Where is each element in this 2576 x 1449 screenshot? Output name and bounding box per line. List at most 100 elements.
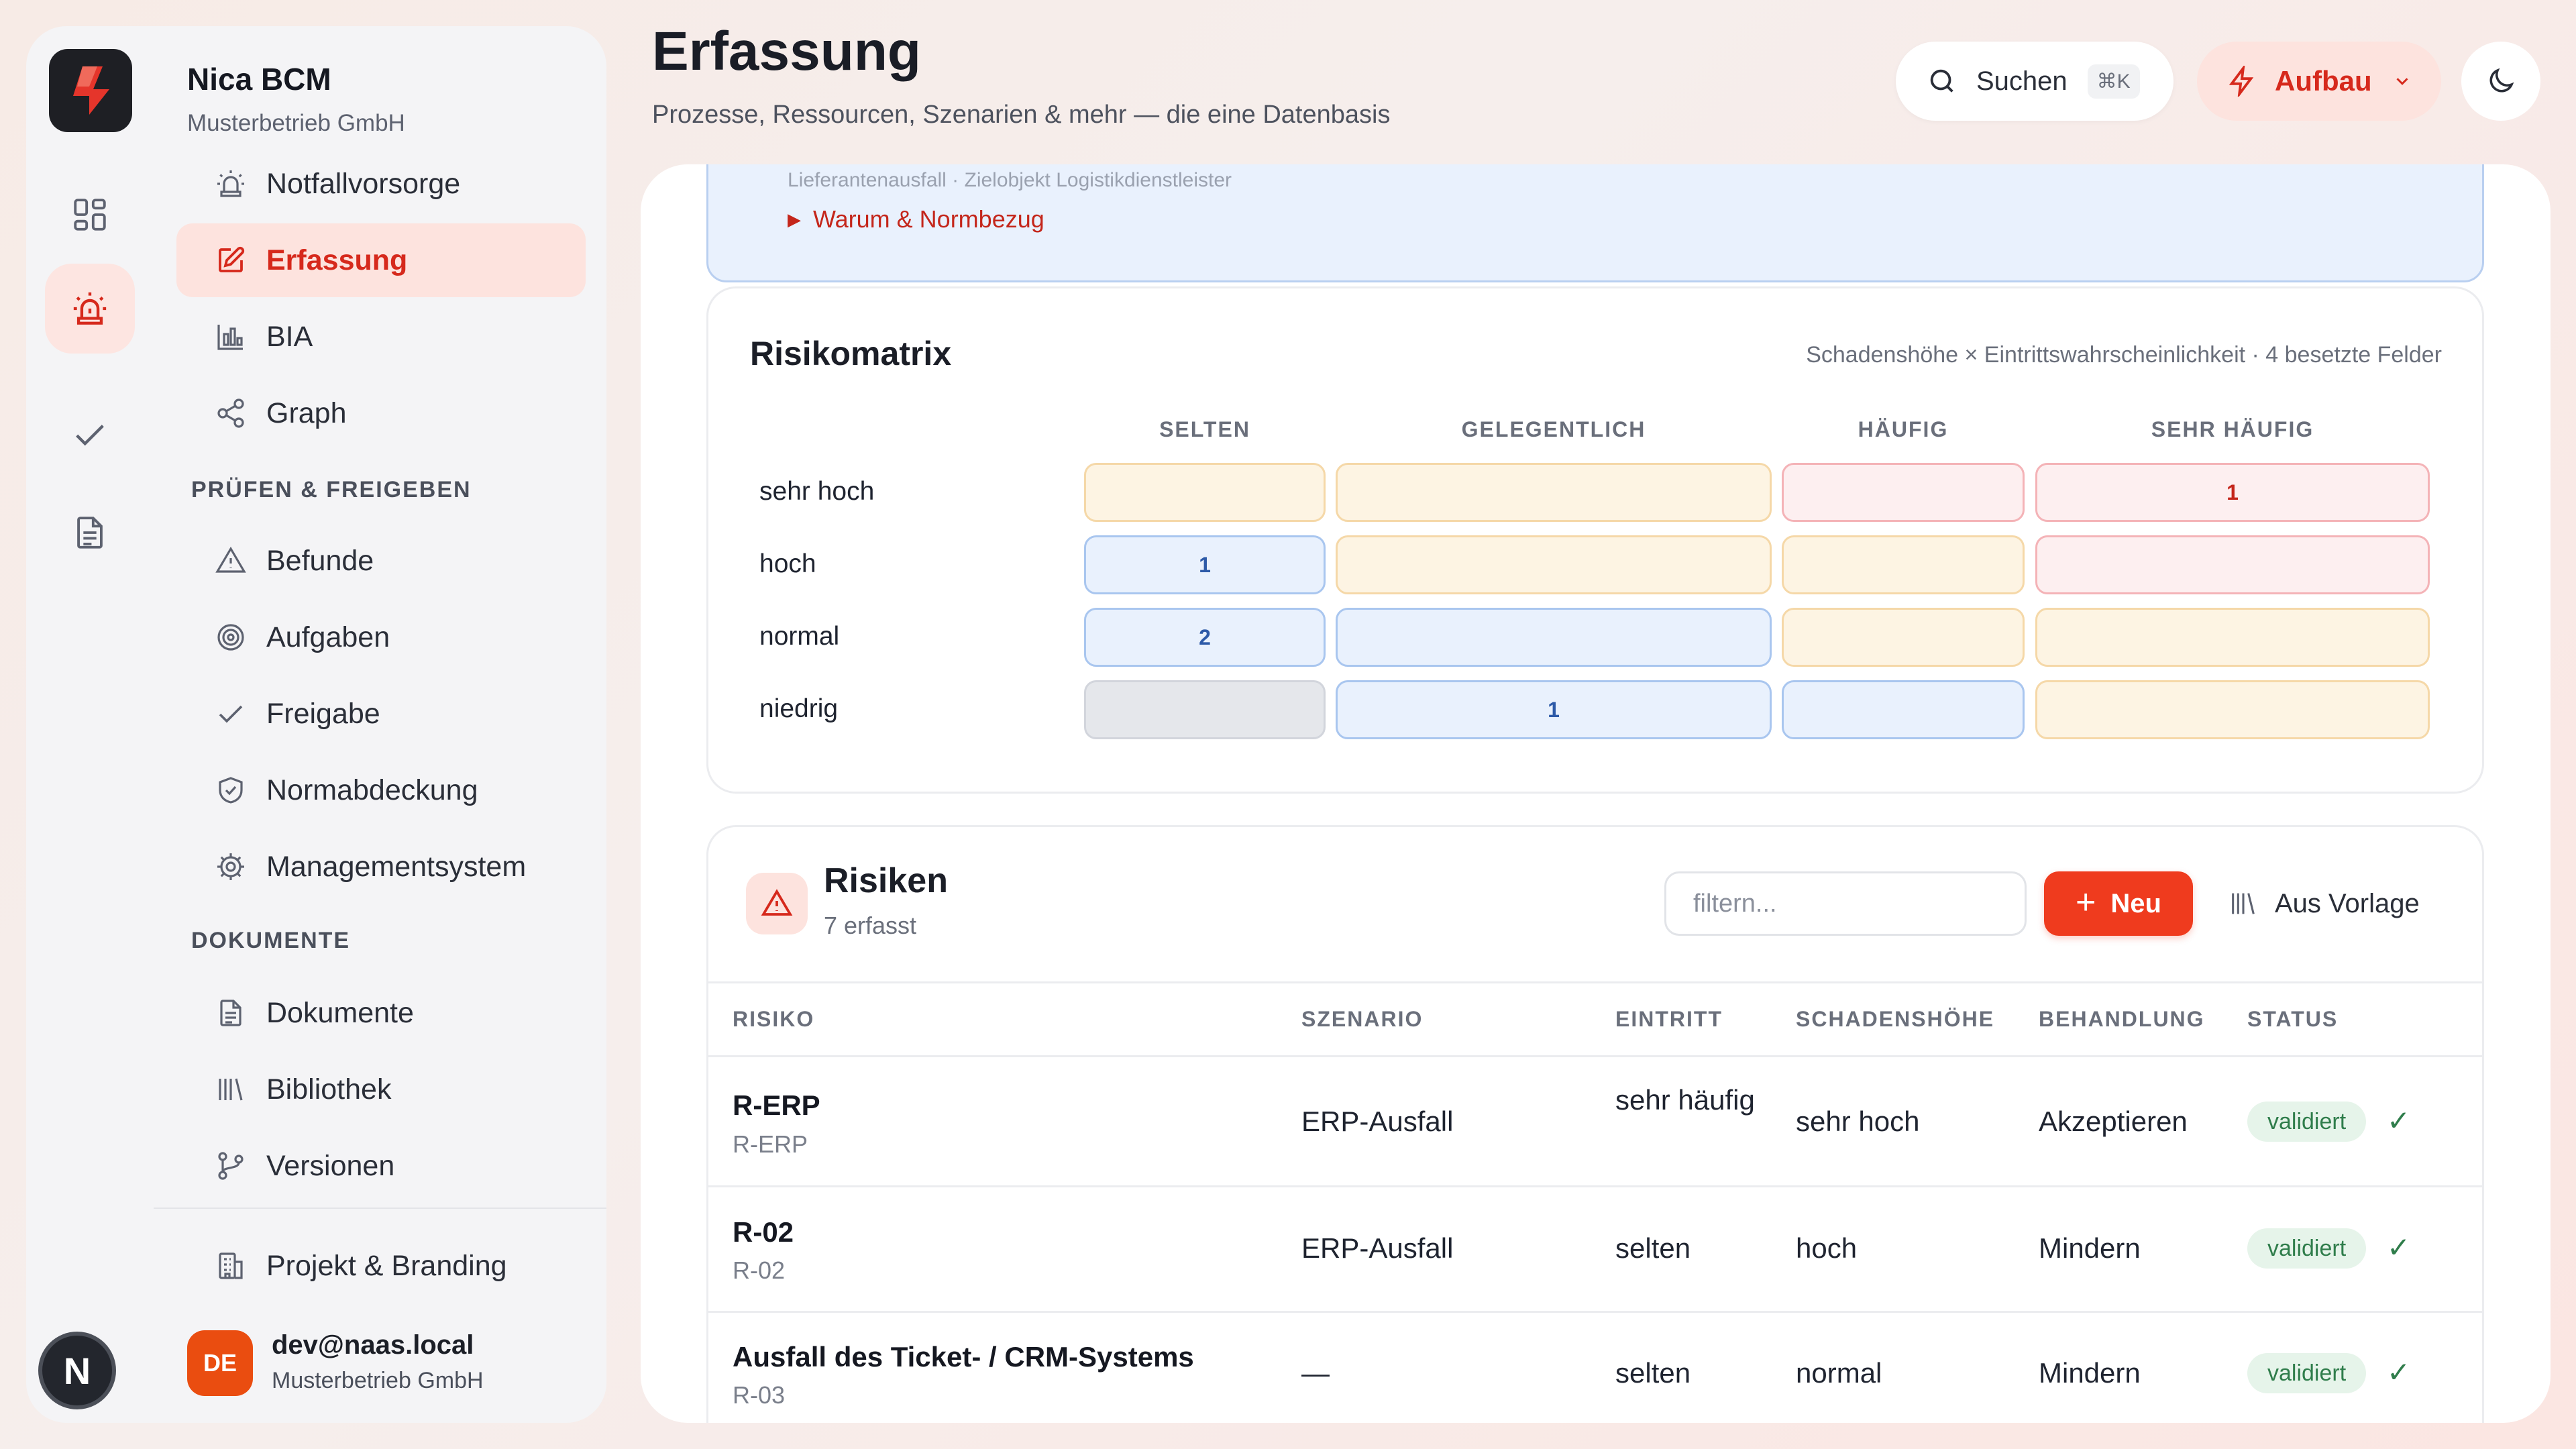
filter-input[interactable]	[1664, 871, 2027, 936]
matrix-cell[interactable]: 1	[2035, 463, 2430, 522]
rail-documents-button[interactable]	[45, 488, 135, 578]
shield-check-icon	[214, 773, 248, 807]
search-label: Suchen	[1976, 66, 2068, 96]
rail-emergency-button[interactable]	[45, 264, 135, 354]
sidebar-divider	[154, 1208, 606, 1209]
dashboard-grid-icon	[74, 199, 106, 231]
theme-toggle-button[interactable]	[2461, 42, 2540, 121]
risk-treatment: Mindern	[2039, 1232, 2141, 1264]
sidebar-item-erfassung[interactable]: Erfassung	[176, 223, 586, 297]
library-icon	[214, 1073, 248, 1106]
sidebar: Nica BCM Musterbetrieb GmbH Notfallvorso…	[154, 26, 606, 1423]
from-template-button[interactable]: Aus Vorlage	[2228, 871, 2443, 936]
matrix-cell[interactable]	[1782, 608, 2025, 667]
matrix-cell[interactable]	[1782, 535, 2025, 594]
section-heading-docs: DOKUMENTE	[191, 928, 351, 953]
matrix-cell[interactable]	[1782, 463, 2025, 522]
sidebar-item-versionen[interactable]: Versionen	[176, 1129, 586, 1203]
risk-name: R-02	[733, 1216, 794, 1248]
matrix-cell[interactable]	[1336, 463, 1772, 522]
risk-id: R-03	[733, 1381, 786, 1409]
workspace-avatar[interactable]: N	[38, 1332, 116, 1409]
page-subtitle: Prozesse, Ressourcen, Szenarien & mehr —…	[652, 101, 1391, 129]
sidebar-item-bibliothek[interactable]: Bibliothek	[176, 1053, 586, 1126]
bolt-icon	[2229, 66, 2254, 97]
check-icon	[214, 697, 248, 731]
document-icon	[77, 517, 103, 549]
row-divider	[708, 1185, 2482, 1187]
chevron-down-icon	[2396, 78, 2408, 85]
column-header-status[interactable]: STATUS	[2247, 1007, 2338, 1032]
sidebar-item-label: Bibliothek	[266, 1073, 392, 1106]
user-avatar[interactable]: DE	[187, 1330, 253, 1396]
mode-dropdown[interactable]: Aufbau	[2197, 42, 2441, 121]
status-badge: validiert	[2247, 1228, 2367, 1269]
rail-review-button[interactable]	[45, 390, 135, 480]
sidebar-item-dokumente[interactable]: Dokumente	[176, 976, 586, 1050]
matrix-row-label: normal	[759, 622, 840, 651]
sidebar-item-normabdeckung[interactable]: Normabdeckung	[176, 753, 586, 827]
gear-icon	[214, 850, 248, 883]
sidebar-item-notfallvorsorge[interactable]: Notfallvorsorge	[176, 147, 586, 221]
matrix-cell[interactable]	[2035, 608, 2430, 667]
library-icon	[2232, 893, 2255, 914]
matrix-cell[interactable]	[1084, 463, 1326, 522]
matrix-cell[interactable]	[1336, 608, 1772, 667]
matrix-cell[interactable]: 1	[1336, 680, 1772, 739]
siren-icon	[214, 167, 248, 201]
matrix-cell[interactable]	[2035, 535, 2430, 594]
sidebar-item-graph[interactable]: Graph	[176, 376, 586, 450]
search-shortcut: ⌘K	[2087, 64, 2140, 99]
column-header-schadenshoehe[interactable]: SCHADENSHÖHE	[1796, 1007, 1994, 1032]
sidebar-item-befunde[interactable]: Befunde	[176, 524, 586, 598]
rail-dashboard-button[interactable]	[45, 170, 135, 260]
search-button[interactable]: Suchen ⌘K	[1896, 42, 2174, 121]
column-header-eintritt[interactable]: EINTRITT	[1615, 1007, 1723, 1032]
sidebar-item-projekt-branding[interactable]: Projekt & Branding	[176, 1229, 586, 1303]
matrix-cell[interactable]	[1084, 680, 1326, 739]
risk-name: Ausfall des Ticket- / CRM-Systems	[733, 1341, 1194, 1373]
check-icon	[76, 425, 104, 446]
sidebar-item-label: Notfallvorsorge	[266, 167, 461, 200]
risk-treatment: Mindern	[2039, 1357, 2141, 1389]
sidebar-item-label: Graph	[266, 396, 347, 429]
risk-name: R-ERP	[733, 1089, 820, 1121]
sidebar-item-freigabe[interactable]: Freigabe	[176, 677, 586, 751]
matrix-cell[interactable]	[1782, 680, 2025, 739]
edit-icon	[214, 244, 248, 277]
matrix-cell[interactable]: 2	[1084, 608, 1326, 667]
matrix-row-label: hoch	[759, 549, 816, 578]
logo-mark-icon	[73, 66, 109, 115]
check-icon: ✓	[2387, 1105, 2411, 1136]
why-norm-link[interactable]: ▶ Warum & Normbezug	[788, 205, 1044, 233]
risk-id: R-ERP	[733, 1130, 808, 1158]
matrix-cell[interactable]	[1336, 535, 1772, 594]
risks-count: 7 erfasst	[824, 912, 917, 939]
sidebar-item-aufgaben[interactable]: Aufgaben	[176, 600, 586, 674]
matrix-subtitle: Schadenshöhe × Eintrittswahrscheinlichke…	[1806, 342, 2442, 368]
why-norm-label: Warum & Normbezug	[813, 205, 1044, 233]
matrix-cell[interactable]: 1	[1084, 535, 1326, 594]
status-badge: validiert	[2247, 1102, 2367, 1142]
sidebar-item-managementsystem[interactable]: Managementsystem	[176, 830, 586, 904]
sidebar-item-bia[interactable]: BIA	[176, 300, 586, 374]
sidebar-item-label: Freigabe	[266, 697, 380, 730]
column-header-risiko[interactable]: RISIKO	[733, 1007, 814, 1032]
check-icon: ✓	[2387, 1232, 2411, 1263]
risk-impact: normal	[1796, 1357, 1882, 1389]
app-logo[interactable]	[49, 49, 132, 132]
matrix-col-head: SEHR HÄUFIG	[2151, 417, 2314, 441]
column-header-behandlung[interactable]: BEHANDLUNG	[2039, 1007, 2205, 1032]
new-risk-button[interactable]: + Neu	[2044, 871, 2193, 936]
main-panel: Lieferantenausfall · Zielobjekt Logistik…	[641, 164, 2551, 1423]
risk-occurrence: sehr häufig	[1615, 1084, 1755, 1116]
share-graph-icon	[214, 396, 248, 430]
matrix-cell[interactable]	[2035, 680, 2430, 739]
matrix-row-label: niedrig	[759, 694, 839, 723]
sidebar-item-label: BIA	[266, 320, 313, 353]
risks-title: Risiken	[824, 861, 948, 900]
column-header-szenario[interactable]: SZENARIO	[1301, 1007, 1423, 1032]
brand-org: Musterbetrieb GmbH	[187, 110, 405, 136]
page-title: Erfassung	[652, 21, 921, 82]
risk-scenario: —	[1301, 1357, 1330, 1389]
